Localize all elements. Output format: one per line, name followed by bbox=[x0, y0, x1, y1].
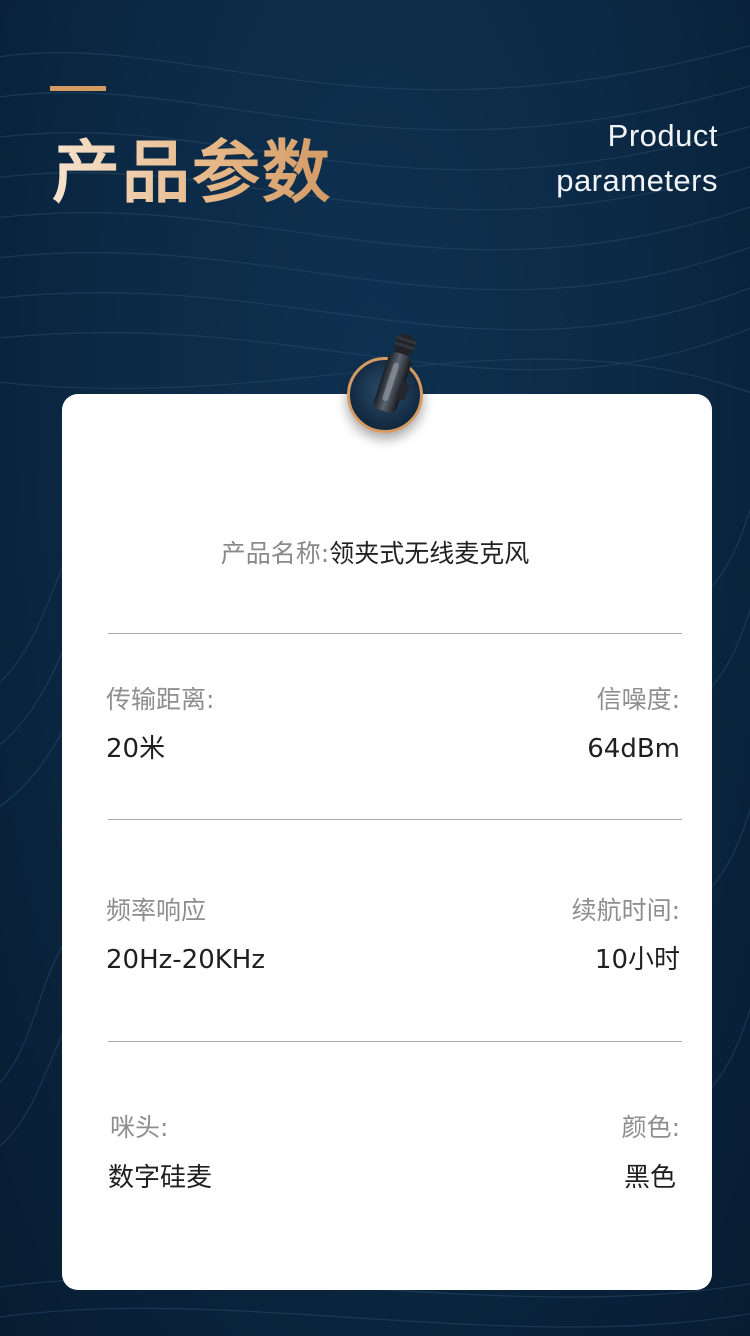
divider bbox=[108, 1041, 682, 1042]
title-accent-bar bbox=[50, 86, 106, 91]
spec-value-snr: 64dBm bbox=[587, 734, 680, 764]
spec-value-battery-life: 10小时 bbox=[594, 945, 680, 975]
spec-label-transmission-distance: 传输距离: bbox=[106, 685, 215, 714]
divider bbox=[108, 819, 682, 820]
spec-label-battery-life: 续航时间: bbox=[571, 896, 680, 925]
spec-label-color: 颜色: bbox=[621, 1113, 680, 1142]
page-title: 产品参数 bbox=[52, 134, 333, 213]
spec-value-transmission-distance: 20米 bbox=[106, 734, 166, 764]
spec-value-color: 黑色 bbox=[623, 1163, 676, 1193]
product-name-value: 领夹式无线麦克风 bbox=[329, 539, 530, 568]
spec-card bbox=[62, 394, 712, 1290]
product-name-label: 产品名称: bbox=[220, 539, 330, 568]
page-subtitle-en: Product parameters bbox=[556, 113, 718, 203]
spec-value-mic-capsule: 数字硅麦 bbox=[108, 1163, 213, 1193]
product-name-row: 产品名称:领夹式无线麦克风 bbox=[0, 538, 750, 570]
spec-value-frequency-response: 20Hz-20KHz bbox=[106, 945, 265, 975]
spec-label-frequency-response: 频率响应 bbox=[106, 896, 207, 925]
subtitle-line-1: Product bbox=[607, 118, 718, 153]
subtitle-line-2: parameters bbox=[556, 163, 718, 198]
spec-label-snr: 信噪度: bbox=[596, 685, 680, 714]
spec-label-mic-capsule: 咪头: bbox=[110, 1113, 169, 1142]
divider bbox=[108, 633, 682, 634]
lavalier-microphone-icon bbox=[374, 334, 417, 413]
